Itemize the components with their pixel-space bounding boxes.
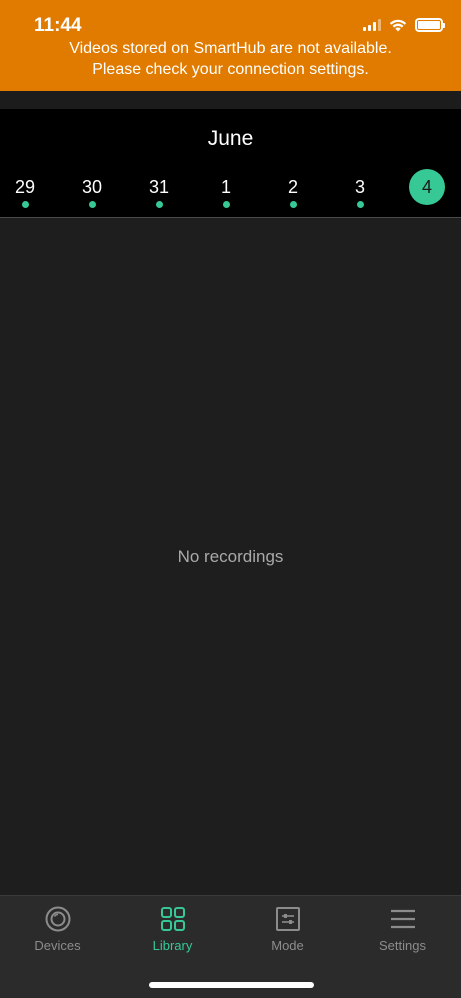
tab-devices[interactable]: Devices — [0, 906, 115, 953]
status-icons — [363, 18, 445, 32]
tab-label: Devices — [34, 938, 81, 953]
day-number: 3 — [354, 177, 365, 197]
day-31[interactable]: 31 — [134, 169, 184, 208]
devices-icon — [45, 906, 70, 932]
day-number: 2 — [287, 177, 298, 197]
date-picker: June 29 30 31 1 2 3 4 — [0, 109, 461, 218]
battery-icon — [415, 18, 445, 32]
empty-state-message: No recordings — [177, 547, 284, 566]
day-number: 30 — [81, 177, 103, 197]
banner-line-2: Please check your connection settings. — [92, 61, 369, 78]
banner-line-1: Videos stored on SmartHub are not availa… — [69, 40, 392, 57]
mode-icon — [275, 907, 300, 931]
day-3[interactable]: 3 — [335, 169, 385, 208]
status-time: 11:44 — [34, 15, 82, 36]
tab-settings[interactable]: Settings — [345, 906, 460, 953]
day-30[interactable]: 30 — [67, 169, 117, 208]
day-2[interactable]: 2 — [268, 169, 318, 208]
home-indicator[interactable] — [149, 982, 314, 988]
day-number: 4 — [409, 169, 445, 205]
wifi-icon — [389, 19, 407, 32]
month-title: June — [207, 127, 254, 150]
day-number: 31 — [148, 177, 170, 197]
tab-label: Library — [152, 938, 193, 953]
tab-label: Mode — [271, 938, 304, 953]
library-icon — [160, 907, 185, 931]
day-number: 1 — [220, 177, 231, 197]
recordings-list: No recordings — [0, 219, 461, 895]
settings-icon — [390, 909, 415, 929]
day-29[interactable]: 29 — [0, 169, 50, 208]
banner-message: Videos stored on SmartHub are not availa… — [0, 38, 461, 80]
day-1[interactable]: 1 — [201, 169, 251, 208]
header-spacer — [0, 91, 461, 109]
tab-mode[interactable]: Mode — [230, 906, 345, 953]
connection-warning-banner: 11:44 Videos stored on SmartHub are not … — [0, 0, 461, 91]
tab-label: Settings — [379, 938, 426, 953]
day-4-selected[interactable]: 4 — [402, 169, 452, 205]
day-number: 29 — [14, 177, 36, 197]
tab-library[interactable]: Library — [115, 906, 230, 953]
cellular-signal-icon — [363, 19, 381, 31]
